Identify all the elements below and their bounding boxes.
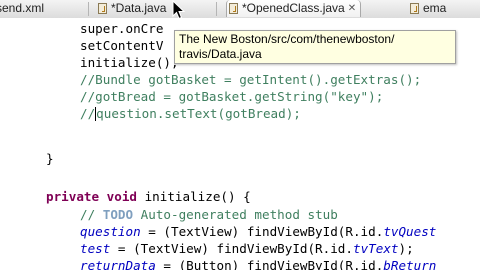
- java-file-icon: [98, 3, 107, 14]
- todo-tag: TODO: [102, 207, 134, 222]
- tab-label: *Data.java: [111, 1, 167, 15]
- code-line: //Bundle gotBasket = getIntent().getExtr…: [80, 71, 421, 88]
- code-text: setContentV: [80, 38, 164, 53]
- code-text: }: [46, 151, 54, 166]
- java-file-icon: [229, 3, 238, 14]
- code-line: setContentV: [80, 37, 163, 54]
- code-text: initialize();: [80, 55, 179, 70]
- tooltip-line: travis/Data.java: [179, 47, 262, 61]
- field-text: test: [80, 241, 111, 256]
- code-text: );: [398, 241, 414, 256]
- code-line: }: [46, 150, 54, 167]
- code-text: initialize() {: [137, 189, 251, 204]
- comment-text: //Bundle gotBasket = getIntent().getExtr…: [80, 72, 422, 87]
- tab-send-xml[interactable]: send.xml: [0, 0, 44, 17]
- comment-text: question.setText(gotBread);: [96, 106, 301, 121]
- tab-divider: [88, 2, 89, 16]
- file-path-tooltip: The New Boston/src/com/thenewboston/ tra…: [174, 30, 456, 64]
- editor-tab-bar: send.xml *Data.java *OpenedClass.java ✕ …: [0, 0, 480, 19]
- code-text: = (TextView) findViewById(R.id.: [110, 241, 353, 256]
- tab-label: ema: [423, 1, 447, 15]
- comment-text: //: [80, 207, 103, 222]
- code-text: super.onCre: [80, 21, 164, 36]
- field-text: tvText: [352, 241, 399, 256]
- code-line: returnData = (Button) findViewById(R.id.…: [80, 257, 436, 270]
- tab-ema[interactable]: ema: [408, 0, 446, 17]
- tab-openedclass-java[interactable]: *OpenedClass.java ✕: [226, 0, 362, 17]
- comment-text: Auto-generated method stub: [133, 207, 338, 222]
- mouse-pointer-icon: [172, 0, 186, 20]
- code-line: test = (TextView) findViewById(R.id.tvTe…: [80, 240, 414, 257]
- code-line: initialize();: [80, 54, 179, 71]
- code-line: question = (TextView) findViewById(R.id.…: [80, 223, 436, 240]
- code-text: = (TextView) findViewById(R.id.: [140, 224, 384, 239]
- java-file-icon: [410, 3, 419, 14]
- field-text: tvQuest: [383, 224, 437, 239]
- field-text: question: [80, 224, 141, 239]
- code-text: = (Button) findViewById(R.id.: [155, 258, 384, 270]
- tab-data-java[interactable]: *Data.java: [96, 0, 166, 17]
- tooltip-line: The New Boston/src/com/thenewboston/: [179, 32, 395, 46]
- code-line: private void initialize() {: [46, 188, 251, 205]
- code-line: //question.setText(gotBread);: [80, 105, 301, 122]
- code-line: // TODO Auto-generated method stub: [80, 206, 338, 223]
- code-line: super.onCre: [80, 20, 163, 37]
- code-line: //gotBread = gotBasket.getString("key");: [80, 88, 383, 105]
- tab-divider: [216, 2, 217, 16]
- tab-label: *OpenedClass.java: [242, 1, 345, 15]
- comment-text: //: [80, 106, 96, 121]
- field-text: returnData: [80, 258, 156, 270]
- field-text: bReturn: [383, 258, 437, 270]
- tab-label: send.xml: [0, 1, 45, 15]
- comment-text: //gotBread = gotBasket.getString("key");: [80, 89, 384, 104]
- keyword-text: private void: [46, 189, 137, 204]
- close-icon[interactable]: ✕: [348, 0, 356, 17]
